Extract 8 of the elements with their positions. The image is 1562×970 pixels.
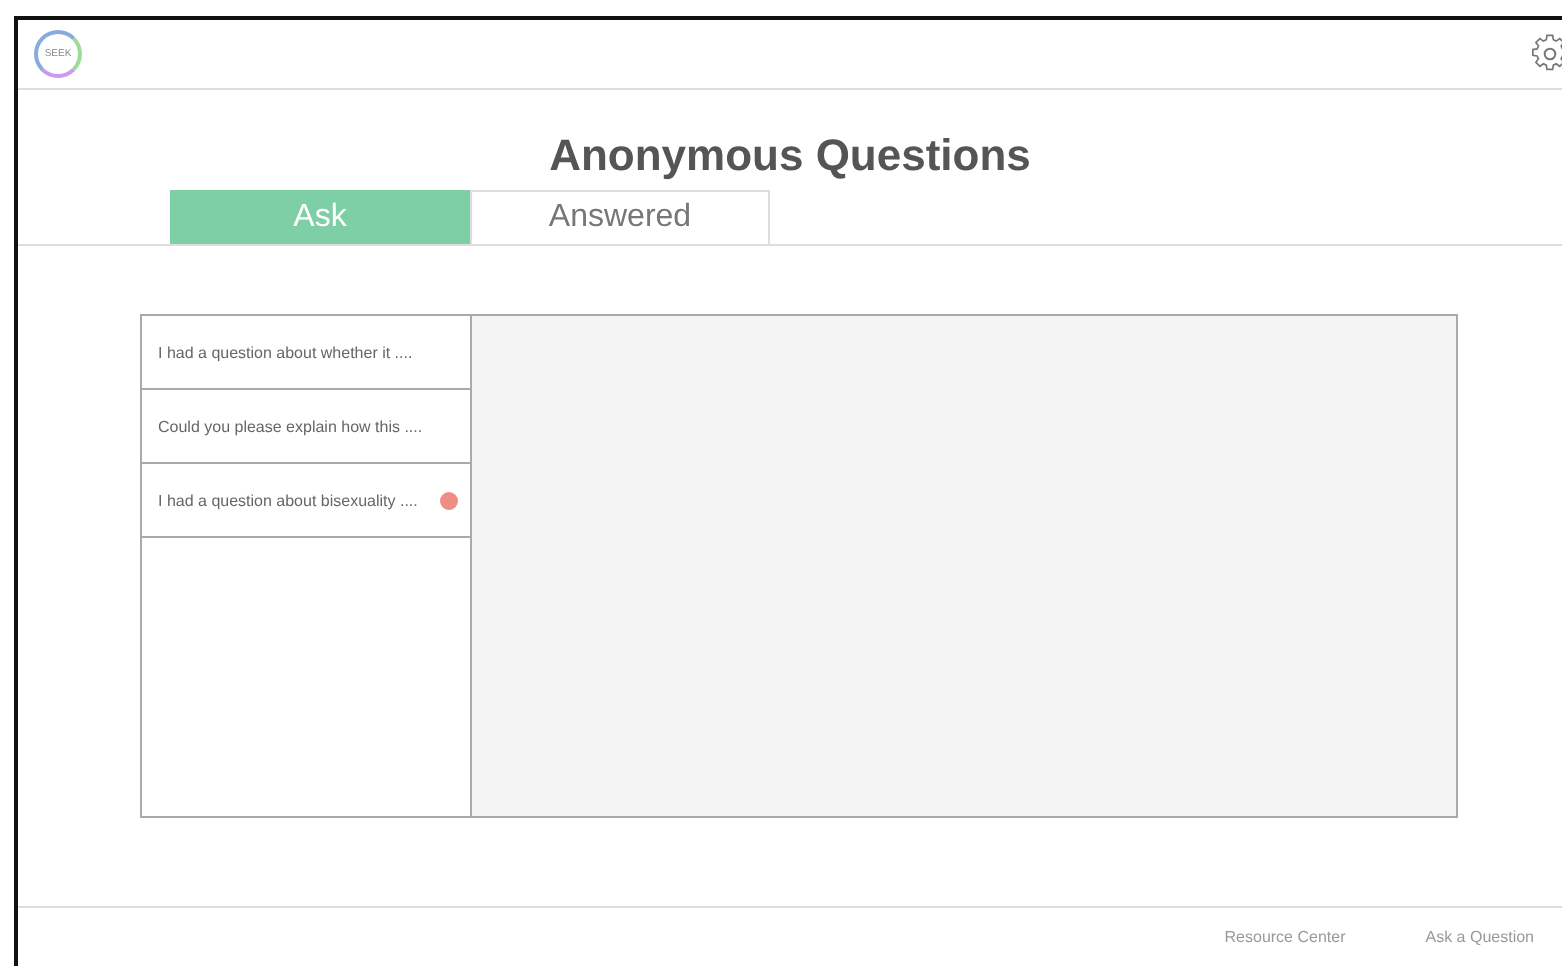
- question-text: I had a question about whether it ....: [158, 343, 413, 361]
- tab[interactable]: Answered: [470, 190, 770, 244]
- footer-link[interactable]: Resource Center: [1224, 928, 1346, 946]
- footer-link[interactable]: Ask a Question: [1425, 928, 1534, 946]
- question-text: Could you please explain how this ....: [158, 417, 423, 435]
- question-text: I had a question about bisexuality ....: [158, 491, 418, 509]
- settings-icon[interactable]: [1530, 34, 1562, 74]
- page-title: Anonymous Questions: [547, 130, 1033, 182]
